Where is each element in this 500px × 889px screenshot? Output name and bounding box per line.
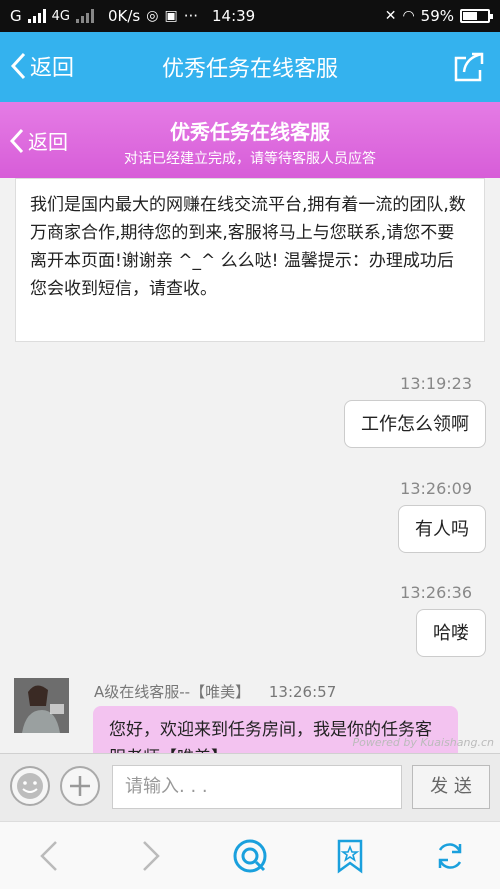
plus-icon: [70, 776, 90, 796]
user-message-bubble: 哈喽: [416, 609, 486, 657]
browser-forward-icon[interactable]: [132, 838, 168, 874]
service-header: 返回 优秀任务在线客服 对话已经建立完成，请等待客服人员应答: [0, 102, 500, 178]
page-title: 优秀任务在线客服: [161, 57, 338, 82]
browser-toolbar: [0, 821, 500, 889]
signal-icon: [27, 9, 46, 23]
app-header: 返回 优秀任务在线客服: [0, 32, 500, 102]
message-time: 13:19:23: [400, 374, 472, 393]
browser-back-icon[interactable]: [32, 838, 68, 874]
signal-2-icon: [75, 9, 94, 23]
smiley-icon: [17, 773, 43, 799]
emoji-button[interactable]: [10, 766, 50, 806]
status-bar: G 4G 0K/s ◎ ▣ ··· 14:39 ✕ ◠ 59%: [0, 0, 500, 32]
attach-button[interactable]: [60, 766, 100, 806]
share-icon[interactable]: [452, 50, 486, 84]
weibo-icon: ◎: [146, 8, 159, 24]
chat-area[interactable]: 我们是国内最大的网赚在线交流平台,拥有着一流的团队,数万商家合作,期待您的到来,…: [0, 178, 500, 753]
welcome-notice: 我们是国内最大的网赚在线交流平台,拥有着一流的团队,数万商家合作,期待您的到来,…: [15, 178, 485, 342]
agent-name: A级在线客服--【唯美】: [94, 683, 251, 701]
browser-home-icon[interactable]: [230, 836, 270, 876]
powered-by-watermark: Powered by Kuaishang.cn: [352, 736, 495, 749]
battery-label: 59%: [420, 7, 454, 25]
user-message-bubble: 工作怎么领啊: [344, 400, 486, 448]
service-title: 优秀任务在线客服: [170, 120, 330, 144]
clock: 14:39: [212, 7, 256, 25]
user-message-bubble: 有人吗: [398, 505, 486, 553]
notify-icon: ▣: [164, 8, 178, 24]
agent-time: 13:26:57: [268, 683, 337, 701]
battery-icon: [460, 9, 493, 23]
speed-label: 0K/s: [107, 7, 141, 25]
carrier-label: G: [10, 7, 22, 25]
message-input[interactable]: 请输入. . .: [112, 765, 402, 809]
message-time: 13:26:09: [400, 479, 472, 498]
message-time: 13:26:36: [400, 583, 472, 602]
refresh-icon[interactable]: [432, 838, 468, 874]
chevron-left-icon: [10, 52, 26, 80]
mute-icon: ✕: [384, 8, 397, 24]
back-button[interactable]: 返回: [10, 50, 74, 82]
agent-avatar[interactable]: [14, 678, 69, 733]
agent-header: A级在线客服--【唯美】 13:26:57: [94, 681, 336, 702]
bookmark-icon[interactable]: [332, 838, 368, 874]
wifi-icon: ◠: [402, 8, 415, 24]
person-photo-icon: [14, 678, 69, 733]
service-subtitle: 对话已经建立完成，请等待客服人员应答: [124, 151, 376, 167]
more-icon: ···: [183, 7, 198, 25]
send-button[interactable]: 发 送: [412, 765, 490, 809]
network-label: 4G: [51, 8, 70, 24]
back-label: 返回: [30, 56, 75, 81]
input-bar: 请输入. . . 发 送: [0, 753, 500, 821]
